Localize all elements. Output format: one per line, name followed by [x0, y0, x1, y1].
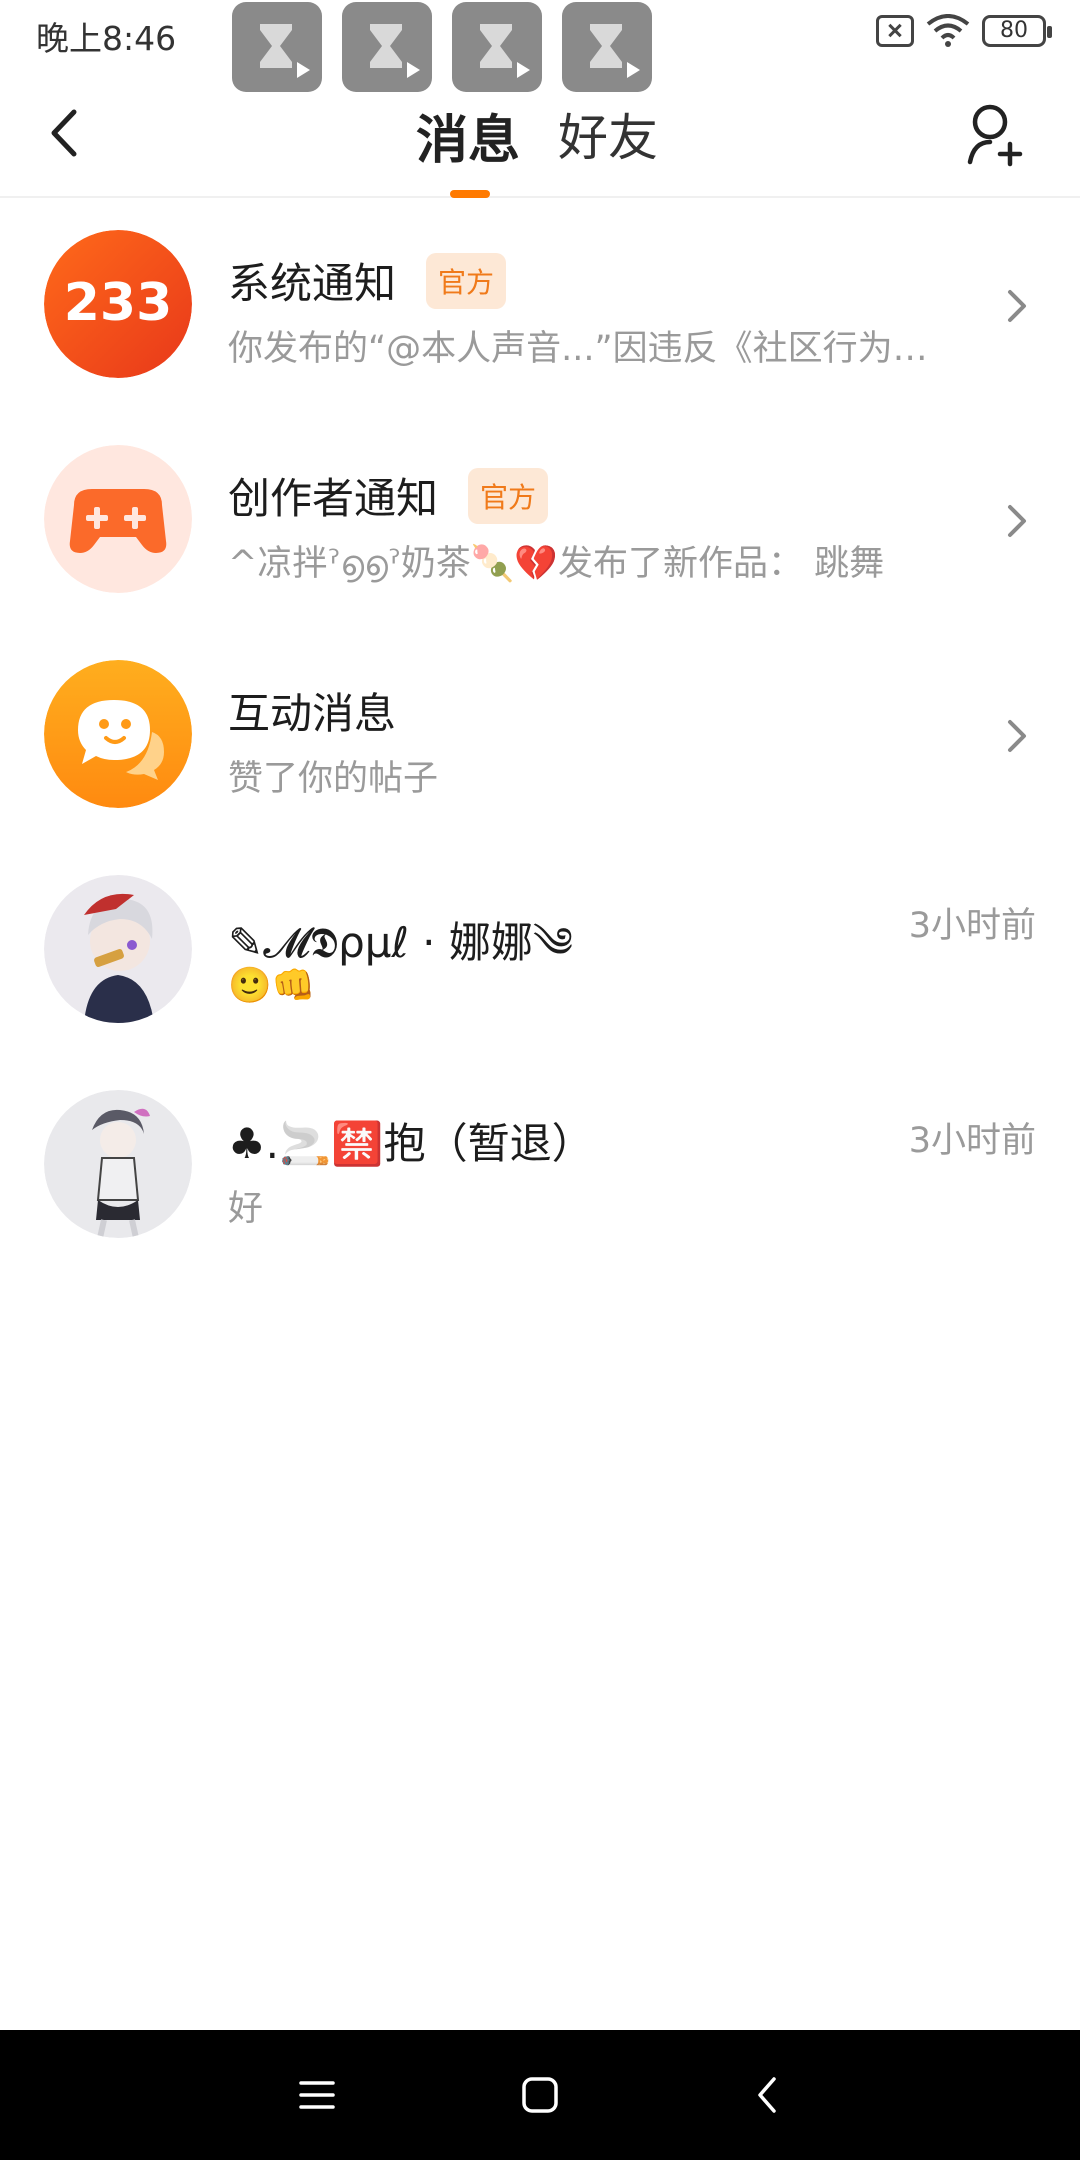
- chat-bubble-icon: [44, 660, 192, 808]
- row-title-text: 创作者通知: [228, 474, 439, 523]
- row-subtitle: 🙂👊: [228, 966, 316, 1006]
- gamepad-icon: [44, 445, 192, 593]
- official-badge: 官方: [468, 467, 549, 524]
- list-item-system-notice[interactable]: 233 系统通知 官方 你发布的“@本人声音...”因违反《社区行为规范》: [0, 200, 1080, 415]
- row-title: 互动消息: [228, 680, 396, 741]
- status-icons: 80: [876, 14, 1052, 48]
- message-list: 233 系统通知 官方 你发布的“@本人声音...”因违反《社区行为规范》 创作…: [0, 200, 1080, 1275]
- tab-messages[interactable]: 消息: [416, 98, 520, 173]
- home-icon[interactable]: [518, 2073, 562, 2117]
- battery-icon: 80: [982, 15, 1052, 47]
- official-badge: 官方: [426, 252, 507, 309]
- avatar-logo-text: 233: [64, 273, 173, 333]
- list-item-chat[interactable]: ✎𝓜𝕯ρμℓ · 娜娜༄ 3小时前 🙂👊: [0, 845, 1080, 1060]
- status-time: 晚上8:46: [36, 19, 177, 58]
- chevron-right-icon: [1008, 505, 1026, 537]
- system-nav-bar: [0, 2030, 1080, 2160]
- row-subtitle: ^凉拌ˀ൭൭ˀ奶茶🍡💔发布了新作品： 跳舞: [228, 544, 885, 584]
- chevron-right-icon: [1008, 720, 1026, 752]
- add-friend-icon[interactable]: [966, 102, 1028, 168]
- message-time: 3小时前: [908, 1121, 1036, 1161]
- tab-friends[interactable]: 好友: [558, 98, 658, 170]
- header: 消息 好友: [0, 68, 1080, 198]
- active-tab-indicator: [450, 190, 490, 198]
- list-item-interaction[interactable]: 互动消息 赞了你的帖子: [0, 630, 1080, 845]
- 233-logo-icon: 233: [44, 230, 192, 378]
- sim-off-icon: [876, 15, 914, 47]
- list-item-creator-notice[interactable]: 创作者通知 官方 ^凉拌ˀ൭൭ˀ奶茶🍡💔发布了新作品： 跳舞: [0, 415, 1080, 630]
- message-time: 3小时前: [908, 906, 1036, 946]
- wifi-icon: [926, 14, 970, 47]
- row-title: 系统通知 官方: [228, 250, 507, 311]
- back-button[interactable]: [40, 98, 90, 168]
- list-item-chat[interactable]: ♣.🚬🈲抱（暂退） 3小时前 好: [0, 1060, 1080, 1275]
- chevron-right-icon: [1008, 290, 1026, 322]
- row-title: ♣.🚬🈲抱（暂退）: [228, 1110, 594, 1171]
- status-bar: 晚上8:46 80: [0, 0, 1080, 92]
- row-subtitle: 赞了你的帖子: [228, 759, 439, 799]
- row-title-text: ♣.🚬🈲抱（暂退）: [228, 1119, 594, 1168]
- user-avatar: [44, 1090, 192, 1238]
- user-avatar: [44, 875, 192, 1023]
- row-title-text: 互动消息: [228, 689, 397, 738]
- row-title: 创作者通知 官方: [228, 465, 549, 526]
- row-subtitle: 好: [228, 1189, 264, 1229]
- row-title-text: 系统通知: [228, 259, 397, 308]
- back-nav-icon[interactable]: [746, 2073, 790, 2117]
- menu-icon[interactable]: [295, 2073, 339, 2117]
- row-subtitle: 你发布的“@本人声音...”因违反《社区行为规范》: [228, 329, 948, 369]
